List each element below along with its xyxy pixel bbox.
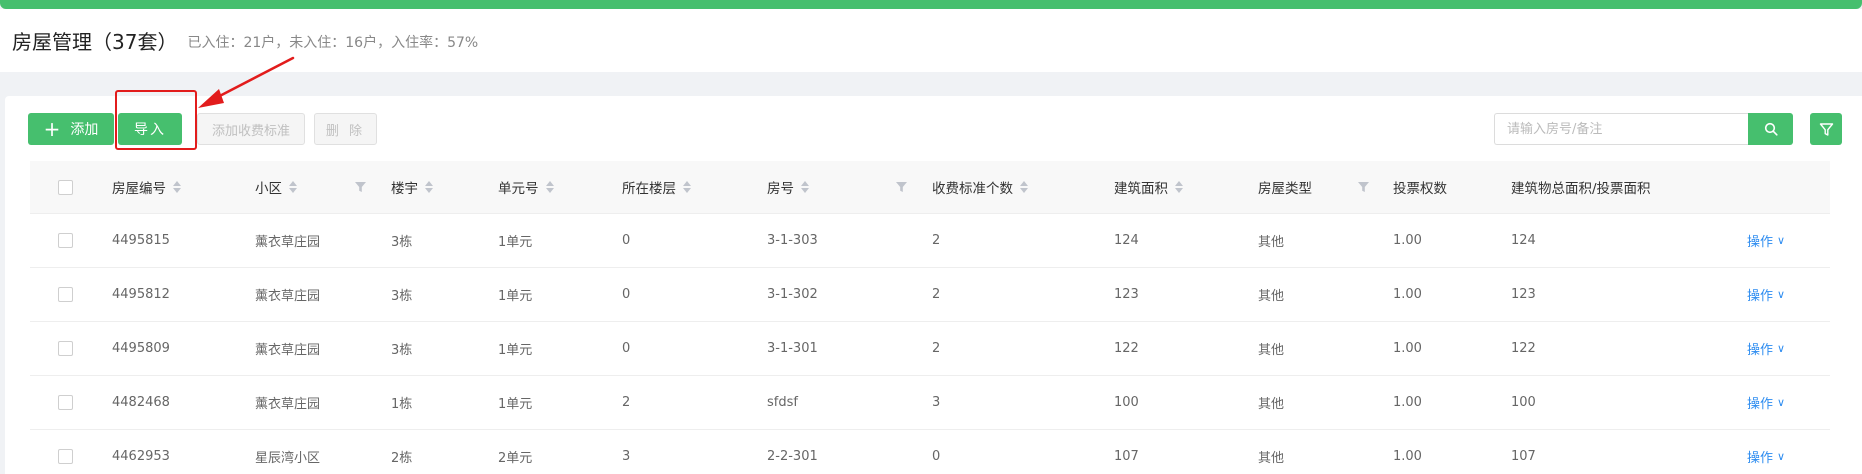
page-title: 房屋管理（37套） [12,30,178,54]
sort-icon[interactable] [545,181,554,193]
select-all-checkbox[interactable] [58,179,73,195]
table-row: 4495812 薰衣草庄园 3栋 1单元 0 3-1-302 2 123 其他 … [30,268,1830,322]
column-header-community[interactable]: 小区 [255,161,297,213]
page-header: 房屋管理（37套） 已入住：21户，未入住：16户，入住率：57% [0,9,1862,72]
row-checkbox[interactable] [58,341,73,356]
plus-icon: + [43,117,61,141]
column-header-building-area[interactable]: 建筑面积 [1114,161,1183,213]
column-header-vote-weight: 投票权数 [1393,181,1447,197]
search-button[interactable] [1748,113,1793,145]
column-header-fee-count[interactable]: 收费标准个数 [932,161,1028,213]
annotation-highlight-box [115,90,197,150]
row-action-dropdown[interactable]: 操作 ∨ [1747,214,1785,267]
row-checkbox[interactable] [58,449,73,464]
sort-icon[interactable] [425,181,433,193]
column-header-unit[interactable]: 单元号 [498,161,554,213]
row-action-dropdown[interactable]: 操作 ∨ [1747,376,1785,429]
sort-icon[interactable] [683,181,691,193]
filter-funnel-icon[interactable] [1358,161,1369,213]
table-header: 房屋编号 小区 楼宇 单元号 所在楼层 房号 收费标准个数 建筑面积 房屋类型 … [30,161,1830,214]
house-table: 房屋编号 小区 楼宇 单元号 所在楼层 房号 收费标准个数 建筑面积 房屋类型 … [30,161,1830,474]
chevron-down-icon: ∨ [1777,396,1786,409]
filter-button[interactable] [1810,113,1842,145]
filter-icon [1819,122,1833,136]
chevron-down-icon: ∨ [1777,288,1786,301]
table-row: 4495809 薰衣草庄园 3栋 1单元 0 3-1-301 2 122 其他 … [30,322,1830,376]
row-checkbox[interactable] [58,287,73,302]
top-bar [0,0,1862,9]
row-checkbox[interactable] [58,233,73,248]
column-header-building[interactable]: 楼宇 [391,161,433,213]
sort-icon[interactable] [1020,181,1028,193]
occupancy-stats: 已入住：21户，未入住：16户，入住率：57% [187,35,479,51]
column-header-total-area: 建筑物总面积/投票面积 [1511,181,1651,197]
column-header-room-no[interactable]: 房号 [767,161,809,213]
row-action-dropdown[interactable]: 操作 ∨ [1747,322,1785,375]
column-header-floor[interactable]: 所在楼层 [622,161,691,213]
table-row: 4462953 星辰湾小区 2栋 2单元 3 2-2-301 0 107 其他 … [30,430,1830,474]
sort-icon[interactable] [289,181,297,193]
table-row: 4495815 薰衣草庄园 3栋 1单元 0 3-1-303 2 124 其他 … [30,214,1830,268]
filter-funnel-icon[interactable] [896,161,907,213]
search-input[interactable] [1494,113,1748,145]
row-checkbox[interactable] [58,395,73,410]
sort-icon[interactable] [801,181,809,193]
filter-funnel-icon[interactable] [355,161,366,213]
delete-button[interactable]: 删 除 [314,113,377,145]
chevron-down-icon: ∨ [1777,234,1786,247]
chevron-down-icon: ∨ [1777,342,1786,355]
chevron-down-icon: ∨ [1777,450,1786,463]
row-action-dropdown[interactable]: 操作 ∨ [1747,430,1785,474]
sort-icon[interactable] [173,181,181,193]
add-button[interactable]: + 添加 [28,113,114,145]
add-button-label: 添加 [70,122,99,138]
search-icon [1764,122,1778,136]
sort-icon[interactable] [1175,181,1183,193]
row-action-dropdown[interactable]: 操作 ∨ [1747,268,1785,321]
column-header-house-type[interactable]: 房屋类型 [1258,161,1312,213]
column-header-house-id[interactable]: 房屋编号 [112,161,181,213]
table-row: 4482468 薰衣草庄园 1栋 1单元 2 sfdsf 3 100 其他 1.… [30,376,1830,430]
add-fee-standard-button[interactable]: 添加收费标准 [197,113,305,145]
